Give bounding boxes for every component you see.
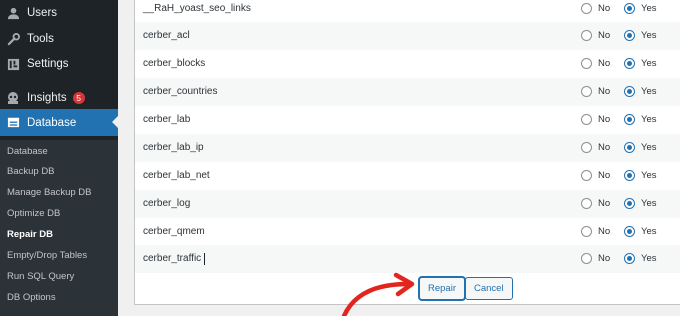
- radio-yes-label[interactable]: Yes: [641, 30, 657, 41]
- radio-no[interactable]: [581, 114, 592, 125]
- radio-yes[interactable]: [624, 253, 635, 264]
- radio-no-label[interactable]: No: [598, 30, 610, 41]
- radio-no[interactable]: [581, 253, 592, 264]
- radio-yes[interactable]: [624, 142, 635, 153]
- menu-item-insights[interactable]: Insights 5: [0, 85, 118, 111]
- radio-no-label[interactable]: No: [598, 253, 610, 264]
- radio-yes[interactable]: [624, 114, 635, 125]
- text-cursor: [204, 253, 205, 265]
- radio-yes[interactable]: [624, 30, 635, 41]
- admin-sidebar: Users Tools Settings Insights 5 Database…: [0, 0, 118, 316]
- radio-no[interactable]: [581, 226, 592, 237]
- table-row: cerber_acl No Yes: [135, 22, 680, 50]
- radio-yes[interactable]: [624, 226, 635, 237]
- settings-icon: [6, 57, 20, 71]
- table-name: cerber_qmem: [143, 226, 205, 237]
- radio-yes-label[interactable]: Yes: [641, 142, 657, 153]
- radio-no[interactable]: [581, 198, 592, 209]
- submenu-item-run-sql-query[interactable]: Run SQL Query: [7, 270, 74, 284]
- table-row: cerber_blocks No Yes: [135, 50, 680, 78]
- radio-yes-label[interactable]: Yes: [641, 198, 657, 209]
- notification-badge: 5: [72, 92, 85, 104]
- radio-no[interactable]: [581, 170, 592, 181]
- insights-icon: [6, 91, 20, 105]
- table-row: cerber_countries No Yes: [135, 78, 680, 106]
- table-row: cerber_qmem No Yes: [135, 218, 680, 246]
- radio-no-label[interactable]: No: [598, 58, 610, 69]
- table-row: cerber_log No Yes: [135, 190, 680, 218]
- table-name: cerber_blocks: [143, 58, 206, 69]
- repair-button[interactable]: Repair: [419, 277, 465, 300]
- radio-yes-label[interactable]: Yes: [641, 86, 657, 97]
- radio-yes-label[interactable]: Yes: [641, 3, 657, 14]
- submenu-item-db-options[interactable]: DB Options: [7, 291, 56, 305]
- submenu-item-repair-db[interactable]: Repair DB: [7, 228, 53, 242]
- radio-no-label[interactable]: No: [598, 170, 610, 181]
- radio-yes[interactable]: [624, 198, 635, 209]
- table-row: cerber_traffic No Yes: [135, 245, 680, 273]
- table-name: cerber_acl: [143, 30, 190, 41]
- radio-yes-label[interactable]: Yes: [641, 170, 657, 181]
- menu-item-label: Users: [27, 7, 58, 19]
- cancel-button[interactable]: Cancel: [465, 277, 513, 300]
- menu-item-tools[interactable]: Tools: [0, 26, 118, 52]
- radio-yes[interactable]: [624, 3, 635, 14]
- radio-yes-label[interactable]: Yes: [641, 114, 657, 125]
- radio-yes-label[interactable]: Yes: [641, 253, 657, 264]
- radio-no[interactable]: [581, 86, 592, 97]
- submenu-item-optimize-db[interactable]: Optimize DB: [7, 207, 60, 221]
- database-submenu: Database Backup DB Manage Backup DB Opti…: [0, 140, 118, 316]
- repair-tables-panel: __RaH_yoast_seo_links No Yes cerber_acl No Ye…: [134, 0, 680, 305]
- radio-yes[interactable]: [624, 86, 635, 97]
- menu-item-label: Settings: [27, 58, 69, 70]
- radio-yes-label[interactable]: Yes: [641, 58, 657, 69]
- submenu-item-empty-drop-tables[interactable]: Empty/Drop Tables: [7, 249, 87, 263]
- table-name: cerber_traffic: [143, 253, 202, 264]
- radio-no[interactable]: [581, 3, 592, 14]
- menu-item-label: Tools: [27, 33, 54, 45]
- menu-item-settings[interactable]: Settings: [0, 51, 118, 77]
- radio-yes[interactable]: [624, 170, 635, 181]
- radio-no-label[interactable]: No: [598, 114, 610, 125]
- users-icon: [6, 6, 20, 20]
- tools-icon: [6, 32, 20, 46]
- database-icon: [6, 116, 20, 130]
- radio-no[interactable]: [581, 142, 592, 153]
- table-name: cerber_lab: [143, 114, 191, 125]
- table-row: cerber_lab_ip No Yes: [135, 134, 680, 162]
- radio-no[interactable]: [581, 58, 592, 69]
- annotation-arrow-icon: [341, 272, 415, 316]
- menu-item-users[interactable]: Users: [0, 0, 118, 26]
- radio-yes-label[interactable]: Yes: [641, 226, 657, 237]
- table-name: cerber_lab_ip: [143, 142, 204, 153]
- menu-item-label: Insights: [27, 92, 67, 104]
- radio-no-label[interactable]: No: [598, 3, 610, 14]
- menu-item-label: Database: [27, 116, 77, 129]
- radio-no-label[interactable]: No: [598, 226, 610, 237]
- table-name: __RaH_yoast_seo_links: [143, 3, 251, 14]
- submenu-item-manage-backup-db[interactable]: Manage Backup DB: [7, 186, 92, 200]
- radio-no-label[interactable]: No: [598, 198, 610, 209]
- table-name: cerber_lab_net: [143, 170, 210, 181]
- table-row: __RaH_yoast_seo_links No Yes: [135, 0, 680, 23]
- table-name: cerber_log: [143, 198, 191, 209]
- radio-no-label[interactable]: No: [598, 86, 610, 97]
- table-row: cerber_lab_net No Yes: [135, 162, 680, 190]
- table-name: cerber_countries: [143, 86, 218, 97]
- radio-no-label[interactable]: No: [598, 142, 610, 153]
- radio-yes[interactable]: [624, 58, 635, 69]
- submenu-item-database[interactable]: Database: [7, 145, 48, 159]
- submenu-item-backup-db[interactable]: Backup DB: [7, 165, 55, 179]
- radio-no[interactable]: [581, 30, 592, 41]
- menu-item-database[interactable]: Database: [0, 109, 118, 136]
- table-row: cerber_lab No Yes: [135, 106, 680, 134]
